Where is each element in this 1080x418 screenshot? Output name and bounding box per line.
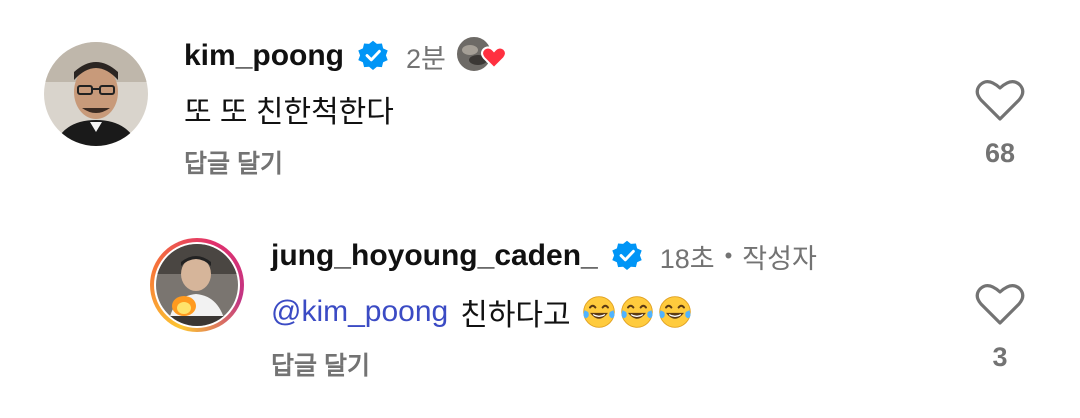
- comment-body: @kim_poong 친하다고: [271, 290, 693, 334]
- comment-body: 또 또 친한척한다: [184, 88, 394, 130]
- verified-badge-icon: [612, 240, 642, 270]
- comment-text: 친하다고: [460, 299, 571, 332]
- tears-of-joy-emoji-icon: [658, 296, 691, 328]
- like-heart-icon[interactable]: [975, 282, 1025, 326]
- emoji-group: [579, 294, 693, 330]
- comment-header: kim_poong 2분: [184, 36, 446, 76]
- like-count: 68: [984, 138, 1016, 168]
- separator-dot: •: [724, 243, 733, 268]
- timestamp: 2분: [406, 43, 446, 74]
- comment-header: jung_hoyoung_caden_ 18초 • 작성자: [271, 236, 817, 276]
- timestamp: 18초: [659, 243, 715, 274]
- reply-button[interactable]: 답글 달기: [271, 346, 370, 382]
- like-heart-icon[interactable]: [975, 78, 1025, 122]
- comment: kim_poong 2분 또 또 친한척한다 답글 달기 68: [0, 0, 1080, 200]
- creator-liked-icon: [454, 32, 508, 76]
- avatar[interactable]: [44, 42, 148, 146]
- avatar-photo: [44, 42, 148, 146]
- avatar: [156, 244, 238, 326]
- tears-of-joy-emoji-icon: [582, 296, 615, 328]
- avatar-photo: [156, 244, 238, 326]
- username[interactable]: kim_poong: [184, 39, 344, 73]
- comment-text: 또 또 친한척한다: [184, 96, 394, 129]
- like-count: 3: [992, 342, 1008, 372]
- reply-button[interactable]: 답글 달기: [184, 144, 283, 180]
- mention-link[interactable]: @kim_poong: [271, 295, 448, 329]
- reply-comment: jung_hoyoung_caden_ 18초 • 작성자 @kim_poong…: [0, 200, 1080, 418]
- username[interactable]: jung_hoyoung_caden_: [271, 239, 598, 273]
- story-ring-gap: [154, 242, 240, 328]
- verified-badge-icon: [358, 40, 388, 70]
- story-ring[interactable]: [150, 238, 244, 332]
- author-label: 작성자: [742, 243, 817, 274]
- tears-of-joy-emoji-icon: [620, 296, 653, 328]
